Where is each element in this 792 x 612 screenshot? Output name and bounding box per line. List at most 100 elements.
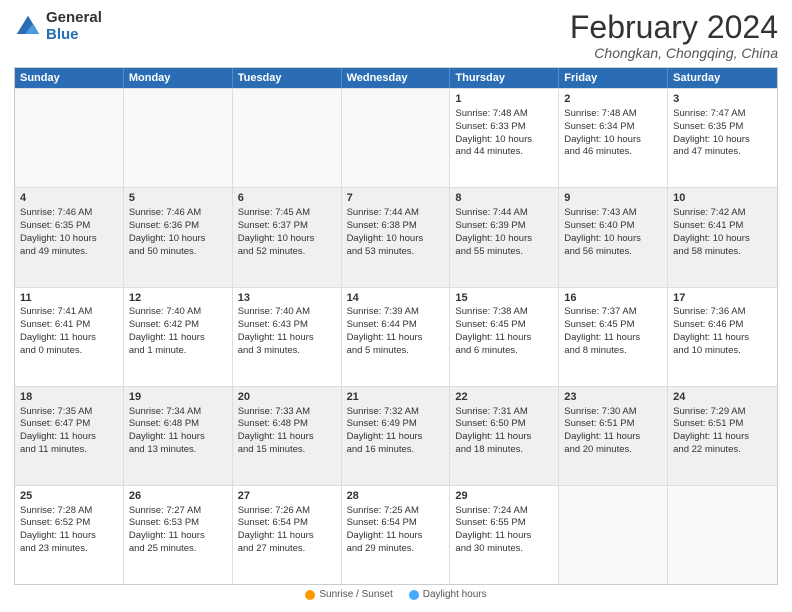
calendar-row-4: 18Sunrise: 7:35 AM Sunset: 6:47 PM Dayli…	[15, 386, 777, 485]
day-number-16: 16	[564, 291, 662, 306]
calendar: SundayMondayTuesdayWednesdayThursdayFrid…	[14, 67, 778, 585]
day-number-7: 7	[347, 191, 445, 206]
calendar-row-1: 1Sunrise: 7:48 AM Sunset: 6:33 PM Daylig…	[15, 88, 777, 187]
day-cell-4: 4Sunrise: 7:46 AM Sunset: 6:35 PM Daylig…	[15, 188, 124, 286]
weekday-header-tuesday: Tuesday	[233, 68, 342, 88]
calendar-header: SundayMondayTuesdayWednesdayThursdayFrid…	[15, 68, 777, 88]
day-cell-1: 1Sunrise: 7:48 AM Sunset: 6:33 PM Daylig…	[450, 89, 559, 187]
day-number-8: 8	[455, 191, 553, 206]
day-cell-8: 8Sunrise: 7:44 AM Sunset: 6:39 PM Daylig…	[450, 188, 559, 286]
day-number-19: 19	[129, 390, 227, 405]
day-info-6: Sunrise: 7:45 AM Sunset: 6:37 PM Dayligh…	[238, 207, 315, 256]
day-cell-19: 19Sunrise: 7:34 AM Sunset: 6:48 PM Dayli…	[124, 387, 233, 485]
day-cell-22: 22Sunrise: 7:31 AM Sunset: 6:50 PM Dayli…	[450, 387, 559, 485]
legend-daylight: Daylight hours	[409, 589, 487, 600]
day-info-9: Sunrise: 7:43 AM Sunset: 6:40 PM Dayligh…	[564, 207, 641, 256]
day-cell-16: 16Sunrise: 7:37 AM Sunset: 6:45 PM Dayli…	[559, 288, 668, 386]
day-cell-14: 14Sunrise: 7:39 AM Sunset: 6:44 PM Dayli…	[342, 288, 451, 386]
day-number-20: 20	[238, 390, 336, 405]
day-number-14: 14	[347, 291, 445, 306]
day-cell-10: 10Sunrise: 7:42 AM Sunset: 6:41 PM Dayli…	[668, 188, 777, 286]
day-info-7: Sunrise: 7:44 AM Sunset: 6:38 PM Dayligh…	[347, 207, 424, 256]
day-info-13: Sunrise: 7:40 AM Sunset: 6:43 PM Dayligh…	[238, 306, 314, 355]
empty-cell	[668, 486, 777, 584]
day-number-24: 24	[673, 390, 772, 405]
day-info-12: Sunrise: 7:40 AM Sunset: 6:42 PM Dayligh…	[129, 306, 205, 355]
day-cell-20: 20Sunrise: 7:33 AM Sunset: 6:48 PM Dayli…	[233, 387, 342, 485]
calendar-body: 1Sunrise: 7:48 AM Sunset: 6:33 PM Daylig…	[15, 88, 777, 584]
day-cell-7: 7Sunrise: 7:44 AM Sunset: 6:38 PM Daylig…	[342, 188, 451, 286]
day-number-10: 10	[673, 191, 772, 206]
day-number-5: 5	[129, 191, 227, 206]
day-number-2: 2	[564, 92, 662, 107]
day-info-24: Sunrise: 7:29 AM Sunset: 6:51 PM Dayligh…	[673, 406, 749, 455]
weekday-header-sunday: Sunday	[15, 68, 124, 88]
day-info-5: Sunrise: 7:46 AM Sunset: 6:36 PM Dayligh…	[129, 207, 206, 256]
day-info-3: Sunrise: 7:47 AM Sunset: 6:35 PM Dayligh…	[673, 108, 750, 157]
day-info-22: Sunrise: 7:31 AM Sunset: 6:50 PM Dayligh…	[455, 406, 531, 455]
weekday-header-thursday: Thursday	[450, 68, 559, 88]
month-year-title: February 2024	[570, 10, 778, 45]
day-number-29: 29	[455, 489, 553, 504]
day-number-13: 13	[238, 291, 336, 306]
day-info-8: Sunrise: 7:44 AM Sunset: 6:39 PM Dayligh…	[455, 207, 532, 256]
day-number-22: 22	[455, 390, 553, 405]
day-cell-6: 6Sunrise: 7:45 AM Sunset: 6:37 PM Daylig…	[233, 188, 342, 286]
day-info-15: Sunrise: 7:38 AM Sunset: 6:45 PM Dayligh…	[455, 306, 531, 355]
day-cell-27: 27Sunrise: 7:26 AM Sunset: 6:54 PM Dayli…	[233, 486, 342, 584]
day-info-28: Sunrise: 7:25 AM Sunset: 6:54 PM Dayligh…	[347, 505, 423, 554]
logo-blue: Blue	[46, 27, 102, 44]
logo-icon	[14, 13, 42, 41]
day-info-1: Sunrise: 7:48 AM Sunset: 6:33 PM Dayligh…	[455, 108, 532, 157]
day-cell-18: 18Sunrise: 7:35 AM Sunset: 6:47 PM Dayli…	[15, 387, 124, 485]
day-cell-3: 3Sunrise: 7:47 AM Sunset: 6:35 PM Daylig…	[668, 89, 777, 187]
day-number-27: 27	[238, 489, 336, 504]
legend-daylight-label: Daylight hours	[423, 589, 487, 600]
page: General Blue February 2024 Chongkan, Cho…	[0, 0, 792, 612]
day-cell-2: 2Sunrise: 7:48 AM Sunset: 6:34 PM Daylig…	[559, 89, 668, 187]
day-info-21: Sunrise: 7:32 AM Sunset: 6:49 PM Dayligh…	[347, 406, 423, 455]
day-number-18: 18	[20, 390, 118, 405]
day-cell-11: 11Sunrise: 7:41 AM Sunset: 6:41 PM Dayli…	[15, 288, 124, 386]
day-number-28: 28	[347, 489, 445, 504]
day-info-29: Sunrise: 7:24 AM Sunset: 6:55 PM Dayligh…	[455, 505, 531, 554]
day-cell-25: 25Sunrise: 7:28 AM Sunset: 6:52 PM Dayli…	[15, 486, 124, 584]
day-info-10: Sunrise: 7:42 AM Sunset: 6:41 PM Dayligh…	[673, 207, 750, 256]
day-info-4: Sunrise: 7:46 AM Sunset: 6:35 PM Dayligh…	[20, 207, 97, 256]
day-cell-24: 24Sunrise: 7:29 AM Sunset: 6:51 PM Dayli…	[668, 387, 777, 485]
day-cell-17: 17Sunrise: 7:36 AM Sunset: 6:46 PM Dayli…	[668, 288, 777, 386]
legend: Sunrise / Sunset Daylight hours	[14, 585, 778, 602]
weekday-header-monday: Monday	[124, 68, 233, 88]
day-cell-15: 15Sunrise: 7:38 AM Sunset: 6:45 PM Dayli…	[450, 288, 559, 386]
day-cell-21: 21Sunrise: 7:32 AM Sunset: 6:49 PM Dayli…	[342, 387, 451, 485]
weekday-header-friday: Friday	[559, 68, 668, 88]
logo: General Blue	[14, 10, 102, 43]
weekday-header-wednesday: Wednesday	[342, 68, 451, 88]
calendar-row-3: 11Sunrise: 7:41 AM Sunset: 6:41 PM Dayli…	[15, 287, 777, 386]
day-info-18: Sunrise: 7:35 AM Sunset: 6:47 PM Dayligh…	[20, 406, 96, 455]
day-number-4: 4	[20, 191, 118, 206]
legend-sunrise: Sunrise / Sunset	[305, 589, 392, 600]
day-info-20: Sunrise: 7:33 AM Sunset: 6:48 PM Dayligh…	[238, 406, 314, 455]
title-block: February 2024 Chongkan, Chongqing, China	[570, 10, 778, 61]
day-cell-5: 5Sunrise: 7:46 AM Sunset: 6:36 PM Daylig…	[124, 188, 233, 286]
day-number-17: 17	[673, 291, 772, 306]
legend-sunrise-label: Sunrise / Sunset	[319, 589, 392, 600]
day-number-3: 3	[673, 92, 772, 107]
day-number-26: 26	[129, 489, 227, 504]
empty-cell	[15, 89, 124, 187]
day-number-11: 11	[20, 291, 118, 306]
day-info-23: Sunrise: 7:30 AM Sunset: 6:51 PM Dayligh…	[564, 406, 640, 455]
empty-cell	[342, 89, 451, 187]
day-info-16: Sunrise: 7:37 AM Sunset: 6:45 PM Dayligh…	[564, 306, 640, 355]
day-number-12: 12	[129, 291, 227, 306]
day-info-26: Sunrise: 7:27 AM Sunset: 6:53 PM Dayligh…	[129, 505, 205, 554]
weekday-header-saturday: Saturday	[668, 68, 777, 88]
day-cell-28: 28Sunrise: 7:25 AM Sunset: 6:54 PM Dayli…	[342, 486, 451, 584]
day-info-25: Sunrise: 7:28 AM Sunset: 6:52 PM Dayligh…	[20, 505, 96, 554]
day-number-9: 9	[564, 191, 662, 206]
day-info-17: Sunrise: 7:36 AM Sunset: 6:46 PM Dayligh…	[673, 306, 749, 355]
logo-general: General	[46, 10, 102, 27]
day-number-23: 23	[564, 390, 662, 405]
calendar-row-5: 25Sunrise: 7:28 AM Sunset: 6:52 PM Dayli…	[15, 485, 777, 584]
